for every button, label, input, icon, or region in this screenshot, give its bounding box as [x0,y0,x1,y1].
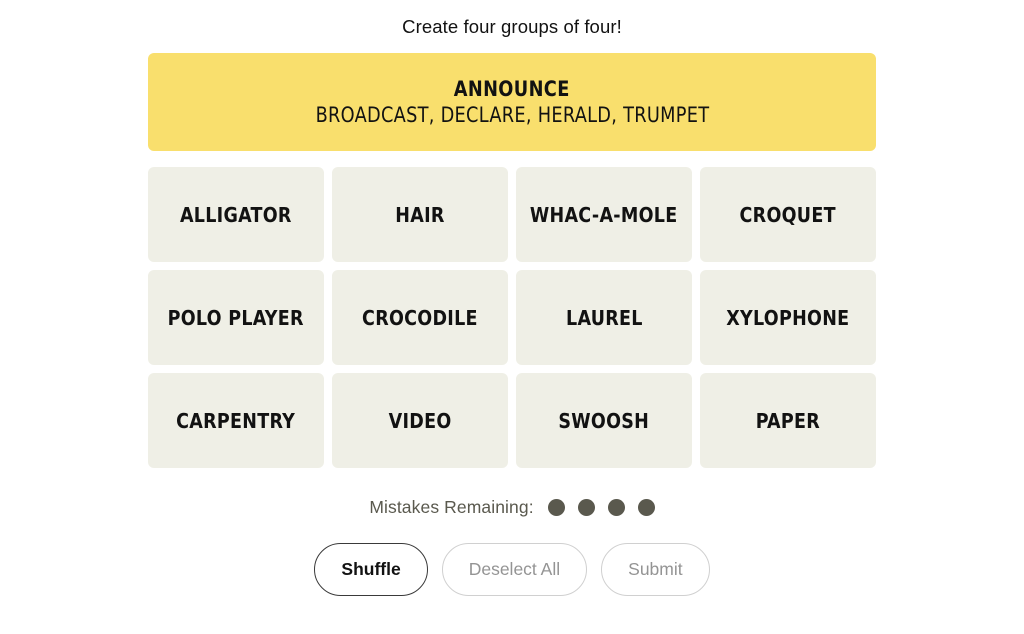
word-tile-label: PAPER [755,408,821,433]
word-tile-label: HAIR [395,202,445,227]
page-title: Create four groups of four! [402,16,622,37]
word-tile[interactable]: PAPER [700,373,876,468]
word-tile[interactable]: HAIR [332,167,508,262]
word-tile[interactable]: WHAC-A-MOLE [516,167,692,262]
word-tile-label: VIDEO [388,408,452,433]
mistake-dot [637,499,655,516]
word-tile-label: SWOOSH [558,408,650,433]
word-tile[interactable]: POLO PLAYER [148,270,324,365]
deselect-all-button[interactable]: Deselect All [441,543,588,596]
word-tile[interactable]: CARPENTRY [148,373,324,468]
word-tile[interactable]: CROCODILE [332,270,508,365]
word-tile[interactable]: XYLOPHONE [700,270,876,365]
word-tile-label: XYLOPHONE [726,305,850,330]
word-tile-label: CROCODILE [362,305,478,330]
word-tile[interactable]: LAUREL [516,270,692,365]
connections-game: Create four groups of four! ANNOUNCE BROA… [0,0,1024,634]
word-tile-label: ALLIGATOR [180,202,292,227]
mistake-dot [547,499,565,516]
word-tile-label: LAUREL [565,305,643,330]
word-tile[interactable]: SWOOSH [516,373,692,468]
word-tile-label: WHAC-A-MOLE [530,202,678,227]
mistakes-dots [547,499,655,516]
action-buttons: Shuffle Deselect All Submit [314,543,710,596]
word-tile[interactable]: VIDEO [332,373,508,468]
solved-group-yellow: ANNOUNCE BROADCAST, DECLARE, HERALD, TRUM… [148,53,876,151]
word-tile-label: CARPENTRY [176,408,296,433]
shuffle-button[interactable]: Shuffle [314,543,428,596]
solved-group-category: ANNOUNCE [453,76,571,101]
word-tile-label: POLO PLAYER [167,305,305,330]
tile-row: POLO PLAYER CROCODILE LAUREL XYLOPHONE [148,270,876,365]
solved-group-members: BROADCAST, DECLARE, HERALD, TRUMPET [315,102,709,127]
mistake-dot [607,499,625,516]
tile-row: ALLIGATOR HAIR WHAC-A-MOLE CROQUET [148,167,876,262]
word-tile[interactable]: CROQUET [700,167,876,262]
mistake-dot [577,499,595,516]
mistakes-remaining: Mistakes Remaining: [369,497,655,518]
mistakes-remaining-label: Mistakes Remaining: [369,497,534,517]
word-tile[interactable]: ALLIGATOR [148,167,324,262]
puzzle-board: ANNOUNCE BROADCAST, DECLARE, HERALD, TRUM… [148,53,876,468]
tile-row: CARPENTRY VIDEO SWOOSH PAPER [148,373,876,468]
word-tile-label: CROQUET [739,202,837,227]
submit-button[interactable]: Submit [601,543,710,596]
tile-grid: ALLIGATOR HAIR WHAC-A-MOLE CROQUET POLO PLAY… [148,167,876,468]
solved-groups-container: ANNOUNCE BROADCAST, DECLARE, HERALD, TRUM… [148,53,876,151]
